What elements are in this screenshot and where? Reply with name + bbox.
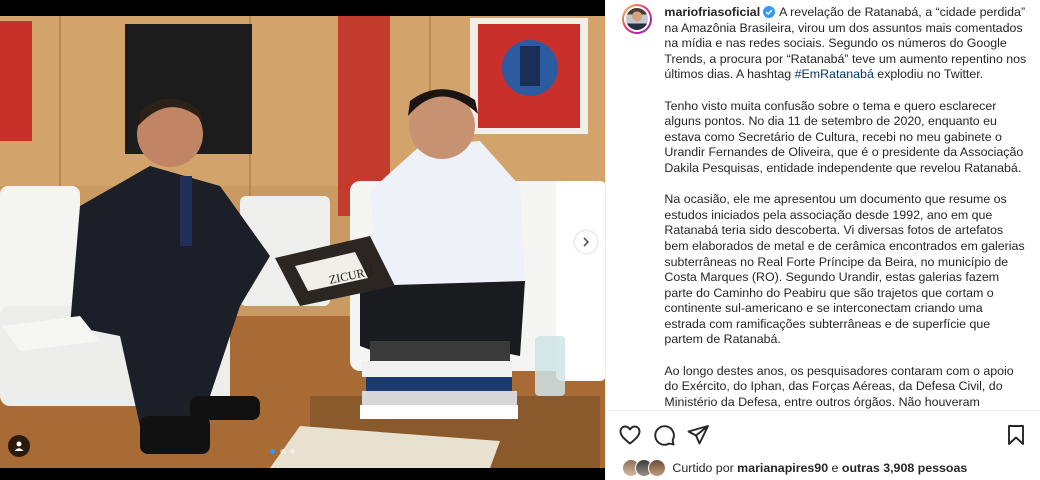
liker-username-link[interactable]: marianapires90 <box>737 461 828 475</box>
heart-icon[interactable] <box>618 423 642 447</box>
avatar <box>648 459 667 477</box>
bookmark-icon[interactable] <box>1004 423 1028 447</box>
carousel-dot <box>290 449 295 454</box>
caption-intro-end: explodiu no Twitter. <box>877 67 984 82</box>
carousel-dot <box>270 449 275 454</box>
comment-icon[interactable] <box>652 423 676 447</box>
likes-middle: e <box>831 461 839 475</box>
next-photo-button[interactable] <box>575 231 597 253</box>
likes-summary: Curtido por marianapires90 e outras 3,90… <box>622 458 967 478</box>
user-tag-icon <box>14 441 24 451</box>
post-photo: ZICURU <box>0 16 606 468</box>
post-caption: mariofriasoficial A revelação de Ratanabá… <box>664 5 1026 410</box>
likes-prefix: Curtido por <box>672 461 734 475</box>
post-actions-bar <box>606 410 1040 457</box>
caption-paragraph: Ao longo destes anos, os pesquisadores c… <box>664 363 1014 409</box>
liker-avatars <box>622 459 667 477</box>
caption-paragraph: Na ocasião, ele me apresentou um documen… <box>664 192 1025 347</box>
post-media[interactable]: ZICURU <box>0 0 606 480</box>
share-icon[interactable] <box>686 423 710 447</box>
carousel-dot <box>280 449 285 454</box>
caption-scroll-area[interactable]: mariofriasoficial A revelação de Ratanabá… <box>606 0 1040 410</box>
username-link[interactable]: mariofriasoficial <box>664 5 760 19</box>
caption-paragraph: Tenho visto muita confusão sobre o tema … <box>664 98 1024 175</box>
hashtag-link[interactable]: #EmRatanabá <box>795 67 874 81</box>
profile-picture <box>626 8 649 30</box>
post-details-panel: mariofriasoficial A revelação de Ratanabá… <box>605 0 1040 480</box>
instagram-post: ZICURU mariofriasoficial A revelação de … <box>0 0 1040 480</box>
chevron-right-icon <box>583 237 590 247</box>
avatar[interactable] <box>622 4 653 34</box>
likes-count-link[interactable]: outras 3,908 pessoas <box>842 461 967 475</box>
verified-badge-icon <box>763 6 776 18</box>
tagged-users-button[interactable] <box>8 435 30 457</box>
carousel-indicator <box>270 449 295 454</box>
